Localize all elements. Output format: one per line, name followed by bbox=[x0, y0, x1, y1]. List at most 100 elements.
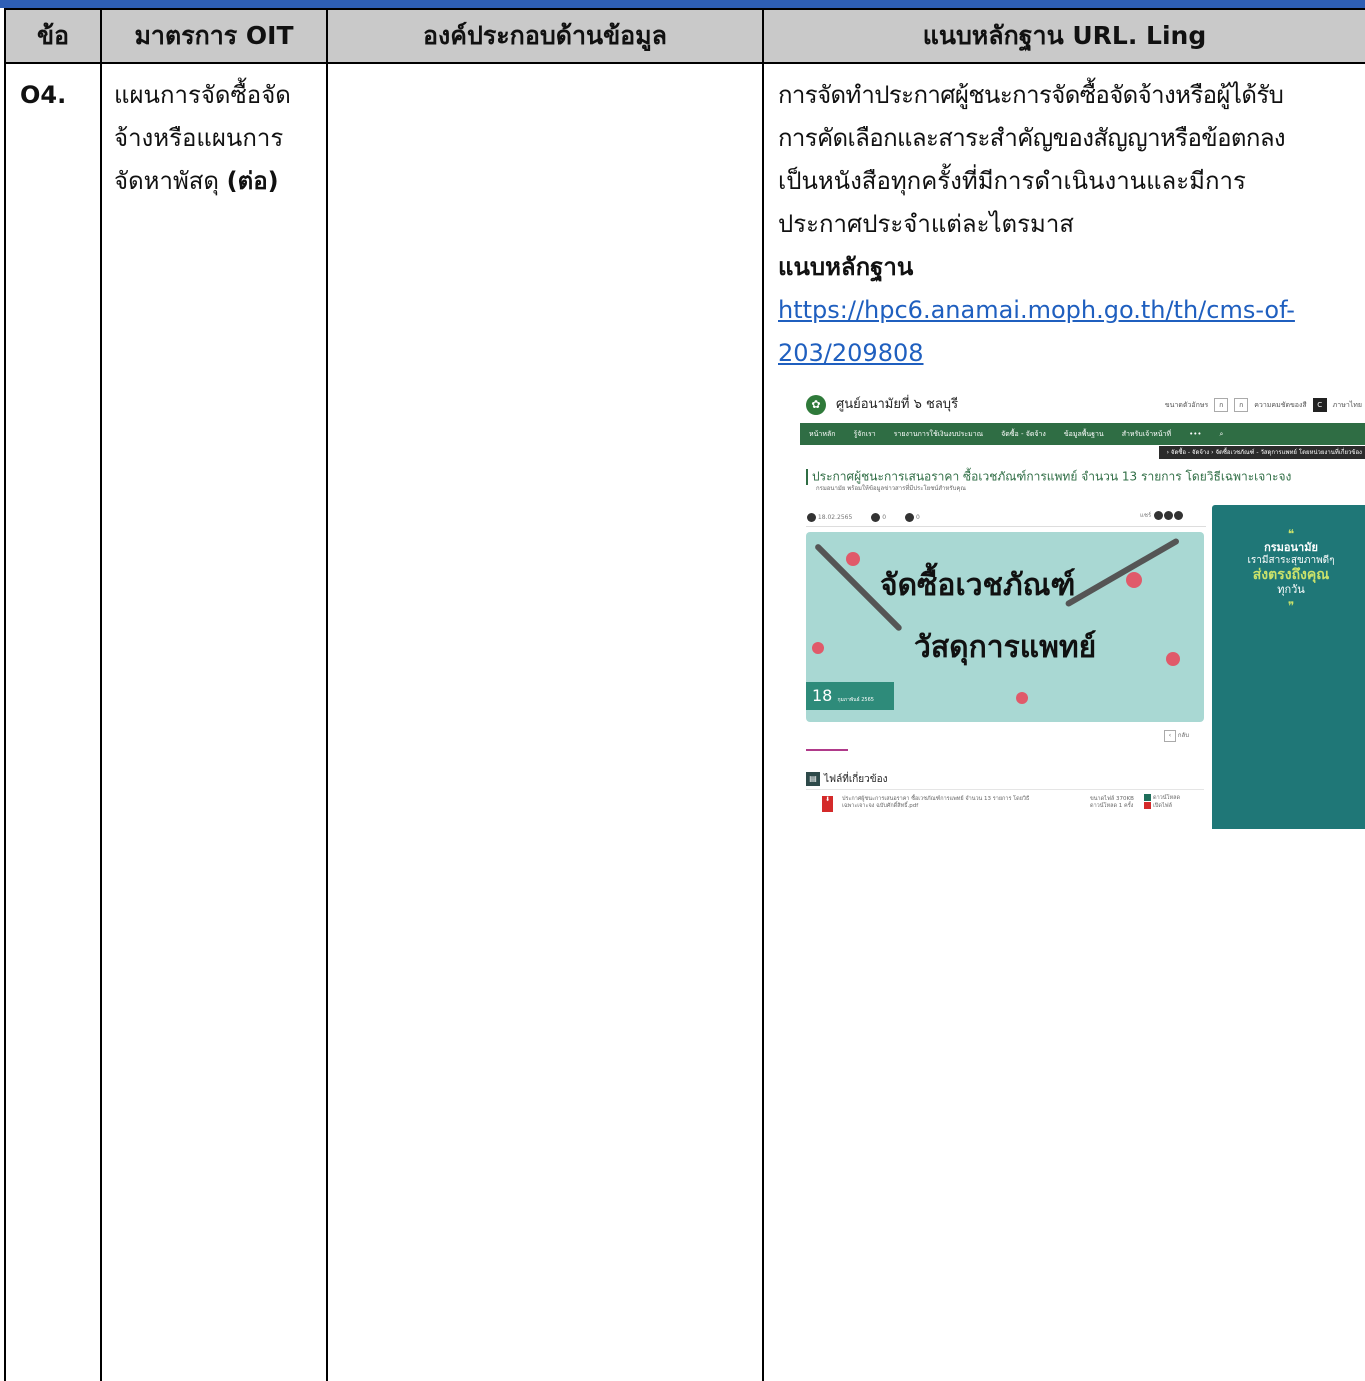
evidence-line: เป็นหนังสือทุกครั้งที่มีการดำเนินงานและม… bbox=[778, 167, 1246, 195]
evidence-screenshot: ✿ ศูนย์อนามัยที่ ๖ ชลบุรี ขนาดตัวอักษร ก… bbox=[800, 389, 1365, 869]
download-icon bbox=[1144, 794, 1151, 801]
evidence-heading: แนบหลักฐาน bbox=[778, 253, 914, 281]
nav-item-data[interactable]: ข้อมูลพื้นฐาน bbox=[1055, 430, 1113, 438]
nav-item-more[interactable]: ••• bbox=[1180, 430, 1210, 438]
site-name: ศูนย์อนามัยที่ ๖ ชลบุรี bbox=[836, 397, 959, 413]
eye-icon bbox=[871, 513, 881, 522]
measure-line: จ้างหรือแผนการ bbox=[114, 124, 284, 152]
banner-month: กุมภาพันธ์ 2565 bbox=[837, 697, 874, 703]
nav-item-budget[interactable]: รายงานการใช้เงินงบประมาณ bbox=[885, 430, 992, 438]
section-divider bbox=[806, 749, 848, 751]
font-small-button[interactable]: ก bbox=[1214, 398, 1229, 412]
banner-line-2: วัสดุการแพทย์ bbox=[914, 630, 1097, 665]
font-size-label: ขนาดตัวอักษร bbox=[1164, 400, 1209, 409]
decor-dot bbox=[1016, 692, 1028, 704]
cell-evidence: การจัดทำประกาศผู้ชนะการจัดซื้อจัดจ้างหรื… bbox=[762, 62, 1365, 1381]
evidence-url-line[interactable]: 203/209808 bbox=[778, 332, 924, 375]
files-heading: ▤ ไฟล์ที่เกี่ยวข้อง bbox=[806, 772, 888, 786]
line-icon[interactable] bbox=[1174, 511, 1184, 520]
download-icon bbox=[905, 513, 915, 522]
quote-close-icon: ❞ bbox=[1287, 598, 1295, 613]
file-downloads: ดาวน์โหลด 1 ครั้ง bbox=[1090, 802, 1134, 809]
site-nav: หน้าหลัก รู้จักเรา รายงานการใช้เงินงบประ… bbox=[800, 423, 1365, 445]
file-size: ขนาดไฟล์ 370KB bbox=[1090, 796, 1134, 802]
post-title-row: ประกาศผู้ชนะการเสนอราคา ซื้อเวชภัณฑ์การแ… bbox=[806, 469, 1365, 485]
contrast-label: ความคมชัดของสี bbox=[1254, 400, 1307, 409]
chevron-left-icon: ‹ bbox=[1164, 730, 1176, 742]
breadcrumb: › จัดซื้อ - จัดจ้าง › จัดซื้อเวชภัณฑ์ - … bbox=[1158, 446, 1365, 459]
meta-date: 18.02.2565 bbox=[817, 514, 853, 521]
pdf-icon: ⬇ bbox=[822, 796, 833, 812]
top-border bbox=[0, 0, 1365, 8]
font-large-button[interactable]: ก bbox=[1234, 398, 1249, 412]
evidence-line: ประกาศประจำแต่ละไตรมาส bbox=[778, 210, 1074, 238]
evidence-url-line[interactable]: https://hpc6.anamai.moph.go.th/th/cms-of… bbox=[778, 289, 1359, 332]
meta-downloads-item: 0 bbox=[904, 513, 920, 522]
evidence-line: การคัดเลือกและสาระสำคัญของสัญญาหรือข้อตก… bbox=[778, 124, 1286, 152]
side-line-2: เรามีสาระสุขภาพดีๆ bbox=[1247, 554, 1335, 566]
file-info: ขนาดไฟล์ 370KB ดาวน์โหลด 1 ครั้ง bbox=[1090, 796, 1150, 809]
measure-line-text: จัดหาพัสดุ bbox=[114, 167, 219, 195]
language-select[interactable]: ภาษาไทย bbox=[1333, 401, 1362, 409]
site-header: ✿ ศูนย์อนามัยที่ ๖ ชลบุรี ขนาดตัวอักษร ก… bbox=[800, 389, 1365, 421]
quote-open-icon: ❝ bbox=[1287, 527, 1295, 541]
nav-item-staff[interactable]: สำหรับเจ้าหน้าที่ bbox=[1113, 430, 1180, 438]
back-label: กลับ bbox=[1177, 732, 1190, 739]
side-line-1: กรมอนามัย bbox=[1264, 541, 1318, 555]
table-row: O4. แผนการจัดซื้อจัด จ้างหรือแผนการ จัดห… bbox=[4, 62, 1365, 1381]
meta-views-item: 0 bbox=[870, 513, 886, 522]
table-header-row: ข้อ มาตรการ OIT องค์ประกอบด้านข้อมูล แนบ… bbox=[4, 8, 1365, 64]
banner-line-1: จัดซื้อเวชภัณฑ์ bbox=[880, 568, 1076, 603]
header-measure: มาตรการ OIT bbox=[100, 8, 328, 64]
oit-table: ข้อ มาตรการ OIT องค์ประกอบด้านข้อมูล แนบ… bbox=[4, 8, 1365, 1381]
post-banner: จัดซื้อเวชภัณฑ์ วัสดุการแพทย์ 18 กุมภาพั… bbox=[806, 532, 1204, 722]
nav-item-about[interactable]: รู้จักเรา bbox=[844, 430, 884, 438]
side-line-3: ส่งตรงถึงคุณ bbox=[1252, 566, 1330, 583]
file-actions: ดาวน์โหลด เปิดไฟล์ bbox=[1144, 794, 1204, 809]
cell-no: O4. bbox=[4, 62, 102, 1381]
accessibility-bar: ขนาดตัวอักษร ก ก ความคมชัดของสี C ภาษาไท… bbox=[1165, 398, 1365, 412]
measure-line: จัดหาพัสดุ (ต่อ) bbox=[114, 160, 320, 203]
decor-dot bbox=[846, 552, 860, 566]
anamai-logo: ✿ bbox=[806, 395, 826, 415]
share-bar: แชร์ bbox=[1140, 511, 1184, 520]
post-subtitle: กรมอนามัย พร้อมให้ข้อมูลข่าวสารที่มีประโ… bbox=[816, 485, 966, 492]
back-button[interactable]: ‹ กลับ bbox=[1164, 730, 1189, 742]
evidence-line: การจัดทำประกาศผู้ชนะการจัดซื้อจัดจ้างหรื… bbox=[778, 81, 1284, 109]
syringe-icon bbox=[1064, 537, 1181, 608]
nav-item-procurement[interactable]: จัดซื้อ - จัดจ้าง bbox=[992, 430, 1055, 438]
decor-dot bbox=[812, 642, 824, 654]
header-component: องค์ประกอบด้านข้อมูล bbox=[326, 8, 764, 64]
cell-measure: แผนการจัดซื้อจัด จ้างหรือแผนการ จัดหาพัส… bbox=[100, 62, 328, 1381]
download-label: ดาวน์โหลด bbox=[1153, 795, 1181, 801]
nav-item-home[interactable]: หน้าหลัก bbox=[800, 430, 844, 438]
share-label: แชร์ bbox=[1140, 512, 1152, 519]
meta-downloads: 0 bbox=[915, 514, 920, 521]
decor-dot bbox=[1166, 652, 1180, 666]
meta-date-item: 18.02.2565 bbox=[806, 513, 852, 522]
download-button[interactable]: ดาวน์โหลด bbox=[1144, 794, 1204, 802]
header-no: ข้อ bbox=[4, 8, 102, 64]
file-row: ⬇ ประกาศผู้ชนะการเสนอราคา ซื้อเวชภัณฑ์กา… bbox=[806, 789, 1204, 818]
search-icon[interactable]: ⌕ bbox=[1211, 430, 1233, 438]
preview-button[interactable]: เปิดไฟล์ bbox=[1144, 801, 1204, 810]
cell-component bbox=[326, 62, 764, 1381]
preview-icon bbox=[1144, 801, 1151, 809]
title-bar bbox=[806, 469, 808, 485]
decor-dot bbox=[1126, 572, 1142, 588]
measure-continued: (ต่อ) bbox=[226, 167, 279, 195]
measure-line: แผนการจัดซื้อจัด bbox=[114, 81, 291, 109]
clock-icon bbox=[807, 513, 816, 522]
contrast-button[interactable]: C bbox=[1312, 398, 1327, 412]
preview-label: เปิดไฟล์ bbox=[1153, 802, 1172, 809]
file-icon: ▤ bbox=[806, 772, 820, 786]
header-evidence: แนบหลักฐาน URL. Ling bbox=[762, 8, 1365, 64]
files-title: ไฟล์ที่เกี่ยวข้อง bbox=[824, 774, 888, 785]
side-promo: ❝ กรมอนามัย เรามีสาระสุขภาพดีๆ ส่งตรงถึง… bbox=[1212, 505, 1365, 829]
file-name[interactable]: ประกาศผู้ชนะการเสนอราคา ซื้อเวชภัณฑ์การแ… bbox=[842, 796, 1042, 809]
meta-views: 0 bbox=[882, 514, 887, 521]
banner-date: 18 กุมภาพันธ์ 2565 bbox=[806, 682, 894, 710]
facebook-icon[interactable] bbox=[1154, 511, 1164, 520]
side-line-4: ทุกวัน bbox=[1277, 583, 1305, 597]
twitter-icon[interactable] bbox=[1164, 511, 1174, 520]
